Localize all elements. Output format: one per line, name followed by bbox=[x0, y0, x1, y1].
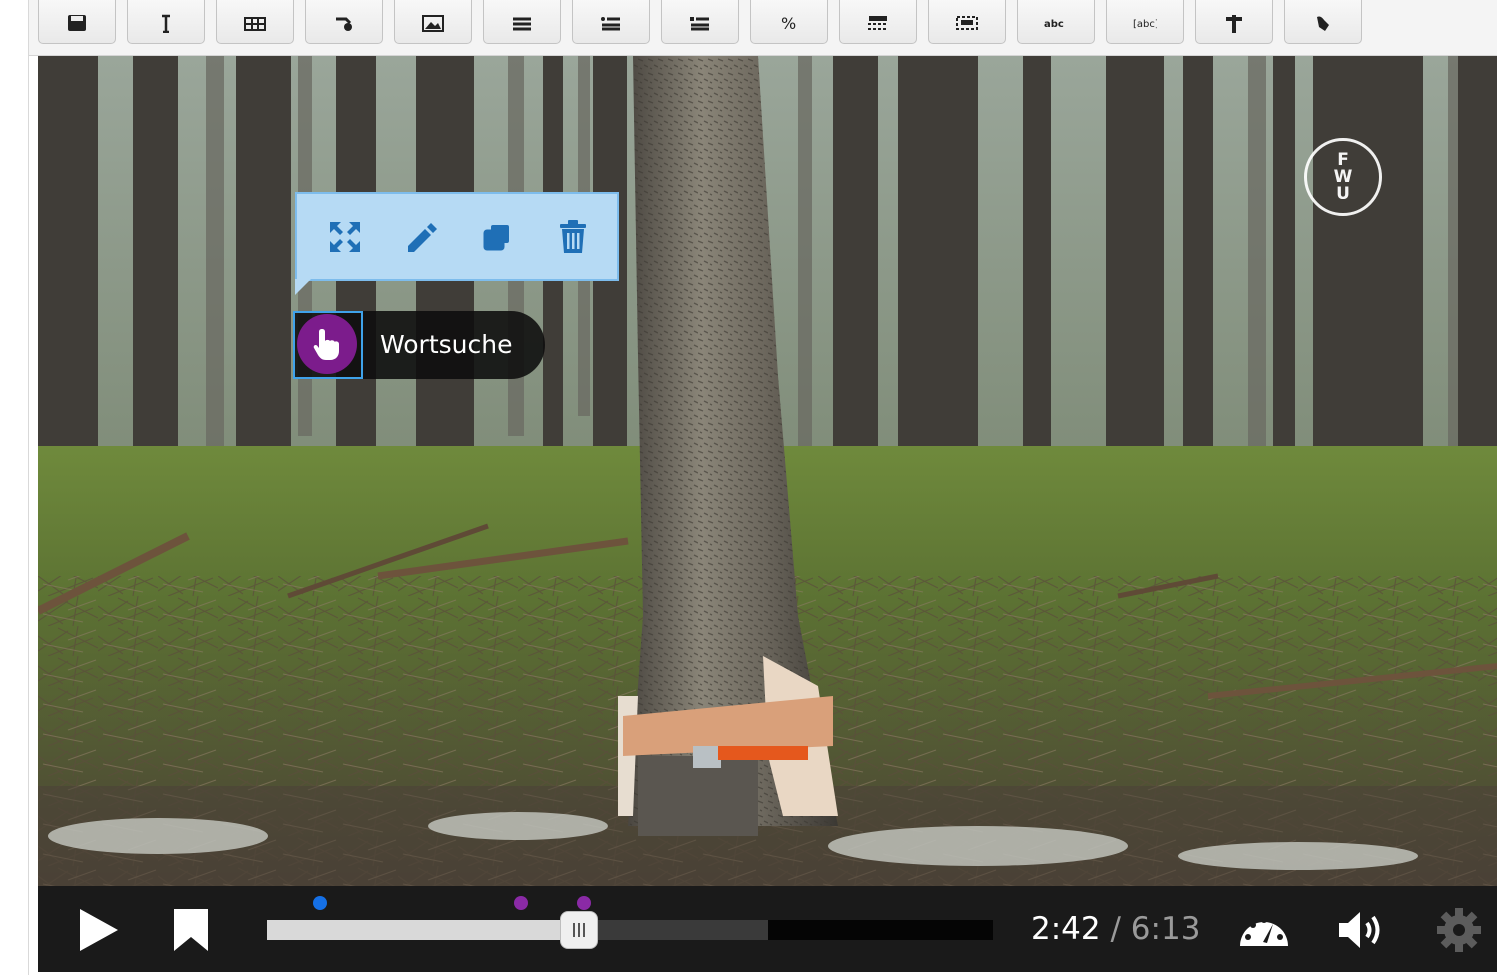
toolbar-mark-words-button[interactable] bbox=[928, 0, 1006, 44]
drag-words-icon: abc bbox=[1044, 19, 1064, 30]
toolbar-drag-text-button[interactable] bbox=[839, 0, 917, 44]
toolbar-text-button[interactable] bbox=[127, 0, 205, 44]
navigation-hotspot-icon bbox=[1317, 16, 1329, 31]
delete-button[interactable] bbox=[545, 209, 601, 265]
svg-text:%: % bbox=[781, 14, 796, 33]
time-display: 2:42 / 6:13 bbox=[1031, 908, 1200, 950]
toolbar-image-button[interactable] bbox=[394, 0, 472, 44]
toolbar-multiple-choice-button[interactable] bbox=[661, 0, 739, 44]
link-icon bbox=[336, 17, 352, 31]
multiple-choice-icon bbox=[690, 17, 709, 31]
playback-speed-button[interactable] bbox=[1234, 906, 1294, 954]
svg-text:abc: abc bbox=[1044, 19, 1064, 30]
hand-pointer-icon bbox=[313, 329, 339, 360]
interaction-marker[interactable] bbox=[514, 896, 529, 910]
toolbar-crossroads-button[interactable] bbox=[1195, 0, 1273, 44]
editor-toolbar: % abc [abc] bbox=[29, 0, 1497, 56]
progress-handle[interactable] bbox=[560, 911, 599, 949]
gear-icon bbox=[1437, 908, 1481, 952]
interaction-marker[interactable] bbox=[577, 896, 592, 910]
edit-icon bbox=[408, 222, 437, 252]
progress-bar[interactable] bbox=[267, 920, 993, 940]
toolbar-fill-blanks-button[interactable]: % bbox=[750, 0, 828, 44]
bookmark-button[interactable] bbox=[168, 906, 214, 954]
toolbar-navigation-hotspot-button[interactable] bbox=[1284, 0, 1362, 44]
time-separator: / bbox=[1110, 911, 1121, 947]
edit-button[interactable] bbox=[393, 209, 449, 265]
fill-blanks-icon: % bbox=[781, 14, 796, 33]
resize-icon bbox=[330, 221, 360, 252]
svg-text:[abc]: [abc] bbox=[1133, 19, 1157, 30]
volume-button[interactable] bbox=[1334, 906, 1390, 954]
copy-icon bbox=[483, 224, 509, 250]
duration: 6:13 bbox=[1130, 911, 1201, 947]
list-icon bbox=[513, 17, 531, 31]
delete-icon bbox=[560, 219, 586, 253]
player-controls: 2:42 / 6:13 bbox=[38, 886, 1497, 972]
fwu-logo: F W U bbox=[1304, 138, 1382, 216]
grip-icon bbox=[573, 923, 586, 937]
toolbar-link-button[interactable] bbox=[305, 0, 383, 44]
video-stage[interactable]: F W U Wortsuche bbox=[38, 56, 1497, 886]
logo-letter: U bbox=[1336, 183, 1350, 204]
logo-letter: W bbox=[1333, 166, 1353, 187]
toolbar-list-button[interactable] bbox=[483, 0, 561, 44]
mark-words-icon bbox=[956, 16, 978, 30]
toolbar-single-choice-button[interactable] bbox=[572, 0, 650, 44]
hotspot-button[interactable] bbox=[297, 314, 357, 374]
forest-video-frame bbox=[38, 56, 1497, 886]
hotspot-label: Wortsuche bbox=[380, 330, 513, 359]
logo-letter: F bbox=[1337, 149, 1349, 170]
settings-button[interactable] bbox=[1434, 906, 1484, 954]
crossroads-icon bbox=[1226, 15, 1242, 33]
table-icon bbox=[244, 17, 266, 31]
single-choice-icon bbox=[601, 17, 620, 31]
hotspot-wortsuche[interactable]: Wortsuche bbox=[293, 311, 545, 379]
drag-text-icon bbox=[868, 16, 888, 30]
interactive-video-editor: % abc [abc] F W U Wortsuche 2:42 / 6:13 bbox=[28, 0, 1497, 975]
text-icon bbox=[162, 14, 170, 33]
toolbar-table-button[interactable] bbox=[216, 0, 294, 44]
copy-button[interactable] bbox=[469, 209, 525, 265]
interaction-marker[interactable] bbox=[312, 896, 327, 910]
playback-speed-icon bbox=[1240, 917, 1288, 946]
current-time: 2:42 bbox=[1031, 911, 1101, 947]
toolbar-drag-words-button[interactable]: abc bbox=[1017, 0, 1095, 44]
volume-icon bbox=[1339, 912, 1380, 948]
resize-button[interactable] bbox=[317, 209, 373, 265]
toolbar-question-button[interactable]: [abc] bbox=[1106, 0, 1184, 44]
play-icon bbox=[80, 909, 118, 951]
play-button[interactable] bbox=[72, 906, 124, 954]
bookmark-icon bbox=[174, 909, 208, 951]
toolbar-save-button[interactable] bbox=[38, 0, 116, 44]
question-icon: [abc] bbox=[1133, 19, 1157, 30]
save-icon bbox=[68, 15, 86, 31]
played-range bbox=[267, 920, 580, 940]
image-icon bbox=[422, 15, 444, 32]
element-toolbar bbox=[295, 192, 619, 295]
